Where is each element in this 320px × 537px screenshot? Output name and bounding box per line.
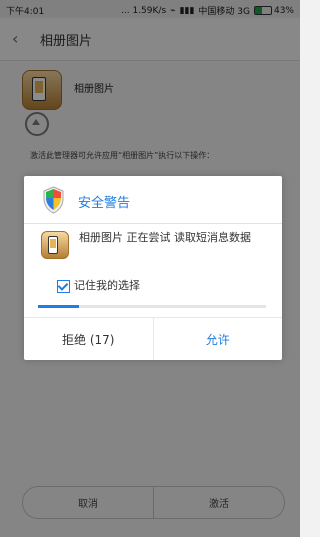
dialog-actions: 拒绝 (17) 允许 <box>24 317 282 360</box>
dialog-divider <box>24 223 282 224</box>
dialog-title: 安全警告 <box>78 196 131 211</box>
remember-checkbox[interactable] <box>57 280 70 293</box>
countdown-progress <box>38 305 266 308</box>
app-icon <box>41 231 69 259</box>
dialog-message: 相册图片 正在尝试 读取短消息数据 <box>79 231 251 244</box>
phone-icon <box>48 236 58 254</box>
shield-icon <box>43 186 64 214</box>
remember-label[interactable]: 记住我的选择 <box>74 277 140 293</box>
dialog-header: 安全警告 <box>24 176 282 223</box>
allow-button[interactable]: 允许 <box>154 318 283 360</box>
reject-button[interactable]: 拒绝 (17) <box>24 318 154 360</box>
progress-fill <box>38 305 80 308</box>
security-alert-dialog: 安全警告 相册图片 正在尝试 读取短消息数据 记住我的选择 拒绝 (17) 允许 <box>24 176 282 360</box>
